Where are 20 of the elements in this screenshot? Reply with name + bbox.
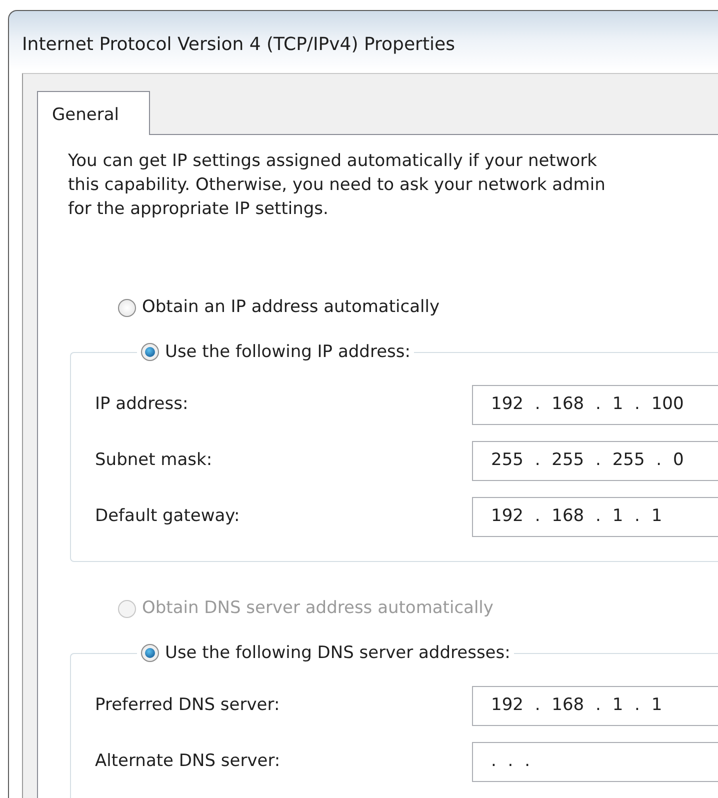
- field-label: Alternate DNS server:: [95, 750, 282, 774]
- radio-label: Use the following IP address:: [165, 341, 410, 364]
- field-label: IP address:: [95, 393, 190, 416]
- radio-label: Use the following DNS server addresses:: [165, 642, 510, 665]
- tab[interactable]: General: [37, 91, 150, 135]
- ip-address-field[interactable]: 192 . 168 . 1 . 1: [472, 686, 718, 726]
- intro-text: You can get IP settings assigned automatically if your network this capability. Otherwise, you need to ask your network admin for the appropriate IP settings.: [68, 150, 606, 221]
- ip-address-field[interactable]: 192 . 168 . 1 . 100: [472, 385, 718, 425]
- radio-button[interactable]: [118, 299, 136, 317]
- ip-address-field[interactable]: 255 . 255 . 255 . 0: [472, 441, 718, 481]
- ip-address-field[interactable]: 192 . 168 . 1 . 1: [472, 497, 718, 537]
- radio-label: Obtain an IP address automatically: [142, 296, 440, 320]
- field-label: Default gateway:: [95, 505, 241, 528]
- radio-label: Obtain DNS server address automatically: [142, 597, 494, 620]
- radio-button[interactable]: [141, 644, 159, 662]
- window-title: Internet Protocol Version 4 (TCP/IPv4) Properties: [21, 33, 456, 57]
- field-label: Subnet mask:: [95, 449, 214, 472]
- ip-address-field[interactable]: . . .: [472, 742, 718, 782]
- radio-button[interactable]: [141, 343, 159, 361]
- field-label: Preferred DNS server:: [95, 694, 281, 718]
